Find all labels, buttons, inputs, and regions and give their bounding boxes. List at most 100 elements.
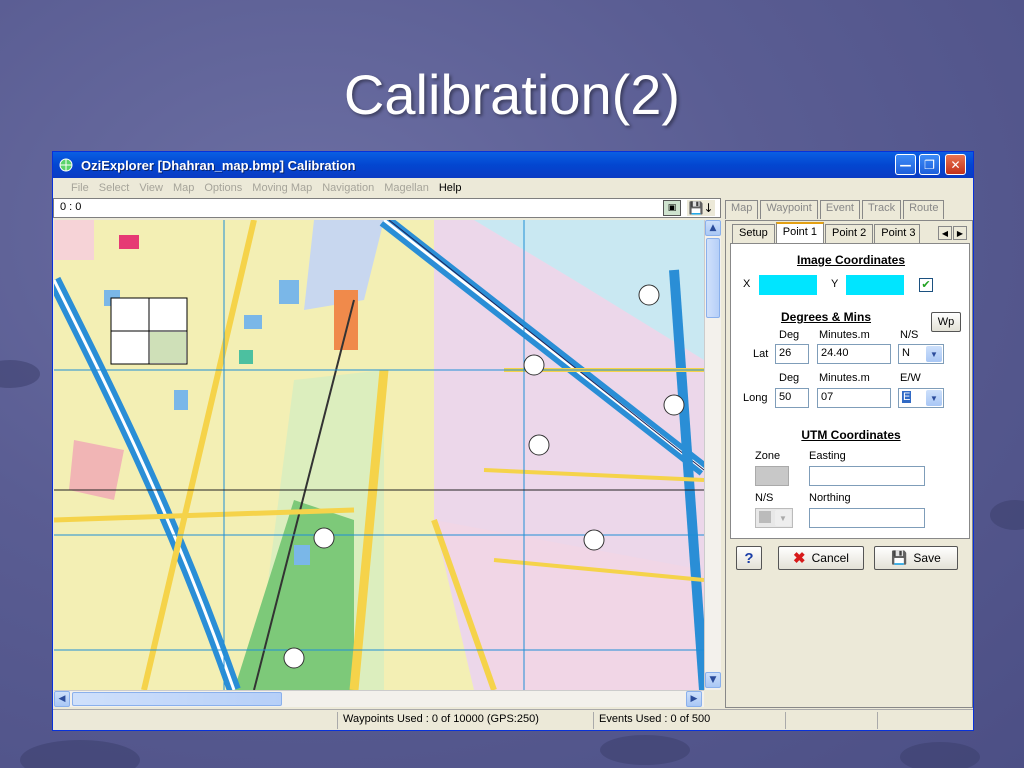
save-button[interactable]: 💾 Save [874,546,958,570]
tab-setup[interactable]: Setup [732,224,775,244]
map-horizontal-scrollbar[interactable]: ◀ ▶ [54,690,704,707]
minutes-column-label-long: Minutes.m [819,372,870,384]
tab-point-3[interactable]: Point 3 [874,224,921,244]
divider [737,420,965,421]
menu-file[interactable]: File [71,182,89,194]
cancel-x-icon: ✖ [793,550,806,567]
map-vertical-scrollbar[interactable]: ▲ ▼ [704,220,721,690]
view-tabs: Map Waypoint Event Track Route [725,200,946,219]
utm-ns-select[interactable]: ▼ [755,508,793,528]
bg-bubble [990,500,1024,530]
restore-icon: ❐ [924,157,935,172]
bg-bubble [20,740,140,768]
coordinate-readout: 0 : 0 [53,198,721,218]
chevron-up-icon: ▲ [709,223,717,233]
menu-help[interactable]: Help [439,182,462,194]
menu-magellan[interactable]: Magellan [384,182,429,194]
deg-column-label-long: Deg [779,372,800,384]
utm-ns-label: N/S [755,492,774,504]
tab-point-1[interactable]: Point 1 [775,222,824,244]
tab-scroll-left[interactable]: ◀ [938,226,952,240]
zone-label: Zone [755,450,781,462]
y-label: Y [831,278,839,290]
slide-title: Calibration(2) [343,63,681,126]
easting-field[interactable] [809,466,925,486]
vertical-scroll-thumb[interactable] [706,238,720,318]
bg-bubble [600,735,690,765]
northing-label: Northing [809,492,851,504]
window-title: OziExplorer [Dhahran_map.bmp] Calibratio… [81,157,356,173]
scroll-down-button[interactable]: ▼ [705,672,721,688]
horizontal-scroll-thumb[interactable] [72,692,282,706]
lat-direction-select[interactable]: N ▼ [898,344,944,364]
chevron-left-icon: ◀ [58,694,66,704]
menu-map[interactable]: Map [173,182,194,194]
question-icon: ? [744,549,754,567]
tab-scroll-right[interactable]: ▶ [953,226,967,240]
northing-field[interactable] [809,508,925,528]
image-view-button[interactable]: ▣ [663,200,681,216]
tab-route[interactable]: Route [903,200,945,219]
menu-select[interactable]: Select [99,182,130,194]
utm-ns-value [759,511,771,523]
bg-bubble [900,742,980,768]
tab-waypoint[interactable]: Waypoint [760,200,818,219]
chevron-down-icon: ▼ [926,390,942,406]
minimize-button[interactable]: — [895,154,916,175]
long-direction-select[interactable]: E ▼ [898,388,944,408]
image-y-field[interactable] [846,275,904,295]
long-direction-value: E [902,391,912,403]
cancel-label: Cancel [811,551,849,565]
tab-map[interactable]: Map [725,200,759,219]
zone-field[interactable] [755,466,789,486]
minimize-icon: — [899,157,912,172]
waypoints-used-status: Waypoints Used : 0 of 10000 (GPS:250) [337,712,590,729]
app-window: OziExplorer [Dhahran_map.bmp] Calibratio… [52,151,974,731]
tab-track[interactable]: Track [862,200,902,219]
wp-button[interactable]: Wp [931,312,961,332]
picture-icon: ▣ [667,203,677,213]
maximize-button[interactable]: ❐ [919,154,940,175]
chevron-right-icon: ▶ [956,228,964,238]
chevron-down-icon: ▼ [926,346,942,362]
menu-navigation[interactable]: Navigation [322,182,374,194]
menu-bar: File Select View Map Options Moving Map … [53,178,973,198]
minutes-column-label: Minutes.m [819,329,870,341]
long-degrees-field[interactable]: 50 [775,388,809,408]
status-cell-empty [877,712,971,729]
lat-minutes-field[interactable]: 24.40 [817,344,891,364]
scroll-up-button[interactable]: ▲ [705,220,721,236]
map-canvas[interactable] [54,220,704,690]
lat-degrees-field[interactable]: 26 [775,344,809,364]
scroll-right-button[interactable]: ▶ [686,691,702,707]
save-image-button[interactable]: 💾↓ [687,200,715,216]
long-minutes-field[interactable]: 07 [817,388,891,408]
menu-view[interactable]: View [139,182,163,194]
menu-moving-map[interactable]: Moving Map [252,182,312,194]
ns-column-label: N/S [900,329,919,341]
image-coords-checkbox[interactable]: ✔ [919,278,933,292]
status-bar: Waypoints Used : 0 of 10000 (GPS:250) Ev… [53,709,973,730]
checkmark-icon: ✔ [921,278,931,291]
degrees-mins-title: Degrees & Mins [780,310,872,324]
divider [737,304,965,305]
globe-icon [57,157,75,173]
image-x-field[interactable] [759,275,817,295]
lat-label: Lat [753,348,769,360]
tab-point-2[interactable]: Point 2 [825,224,874,244]
utm-coordinates-title: UTM Coordinates [801,428,901,442]
tab-event[interactable]: Event [819,200,860,219]
x-label: X [743,278,751,290]
save-label: Save [913,551,941,565]
map-image [54,220,704,690]
calibration-tabs: Setup Point 1 Point 2 Point 3 [732,222,921,244]
chevron-down-icon: ▼ [709,675,717,685]
lat-direction-value: N [902,347,910,359]
disk-arrow-icon: 💾↓ [688,201,714,215]
chevron-left-icon: ◀ [941,228,949,238]
cancel-button[interactable]: ✖ Cancel [778,546,864,570]
close-button[interactable]: ✕ [945,154,966,175]
scroll-left-button[interactable]: ◀ [54,691,70,707]
menu-options[interactable]: Options [204,182,242,194]
help-button[interactable]: ? [736,546,762,570]
